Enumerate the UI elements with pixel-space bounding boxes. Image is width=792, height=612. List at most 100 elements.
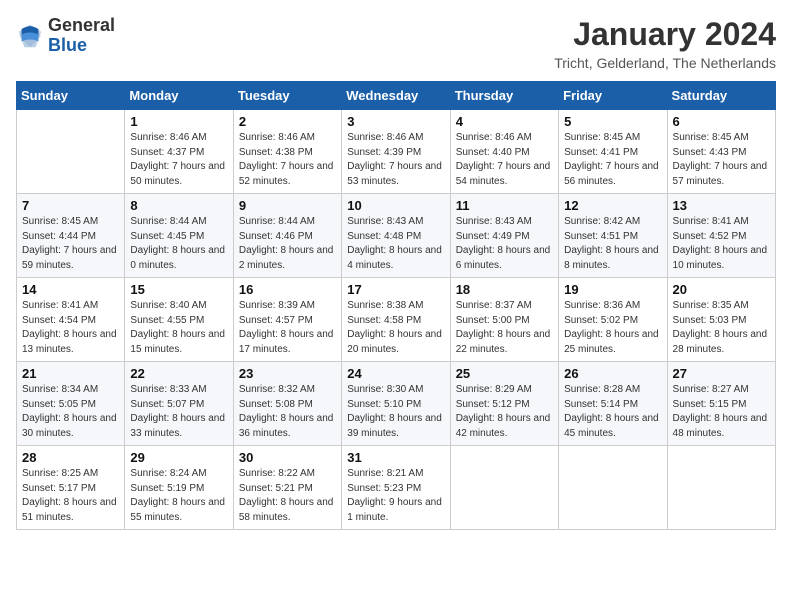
title-block: January 2024 Tricht, Gelderland, The Net… — [554, 16, 776, 71]
day-info: Sunrise: 8:46 AM Sunset: 4:38 PM Dayligh… — [239, 131, 336, 189]
logo: General Blue — [16, 16, 115, 56]
day-number: 15 — [130, 282, 227, 297]
day-number: 3 — [347, 114, 444, 129]
day-info: Sunrise: 8:43 AM Sunset: 4:48 PM Dayligh… — [347, 215, 444, 273]
calendar-cell: 23 Sunrise: 8:32 AM Sunset: 5:08 PM Dayli… — [233, 362, 341, 446]
day-number: 24 — [347, 366, 444, 381]
weekday-header-tuesday: Tuesday — [233, 82, 341, 110]
day-number: 10 — [347, 198, 444, 213]
day-info: Sunrise: 8:44 AM Sunset: 4:45 PM Dayligh… — [130, 215, 227, 273]
logo-blue-text: Blue — [48, 36, 115, 56]
day-info: Sunrise: 8:30 AM Sunset: 5:10 PM Dayligh… — [347, 383, 444, 441]
day-number: 26 — [564, 366, 661, 381]
calendar-cell — [450, 446, 558, 530]
day-number: 12 — [564, 198, 661, 213]
day-number: 19 — [564, 282, 661, 297]
calendar-cell: 15 Sunrise: 8:40 AM Sunset: 4:55 PM Dayli… — [125, 278, 233, 362]
day-number: 17 — [347, 282, 444, 297]
day-number: 16 — [239, 282, 336, 297]
calendar-cell: 10 Sunrise: 8:43 AM Sunset: 4:48 PM Dayli… — [342, 194, 450, 278]
calendar-cell: 17 Sunrise: 8:38 AM Sunset: 4:58 PM Dayli… — [342, 278, 450, 362]
calendar-cell: 4Sunrise: 8:46 AM Sunset: 4:40 PM Daylig… — [450, 110, 558, 194]
day-number: 6 — [673, 114, 770, 129]
calendar-table: SundayMondayTuesdayWednesdayThursdayFrid… — [16, 81, 776, 530]
calendar-cell: 9Sunrise: 8:44 AM Sunset: 4:46 PM Daylig… — [233, 194, 341, 278]
day-info: Sunrise: 8:45 AM Sunset: 4:43 PM Dayligh… — [673, 131, 770, 189]
calendar-cell — [667, 446, 775, 530]
day-number: 20 — [673, 282, 770, 297]
calendar-cell: 29Sunrise: 8:24 AM Sunset: 5:19 PM Dayli… — [125, 446, 233, 530]
day-info: Sunrise: 8:41 AM Sunset: 4:52 PM Dayligh… — [673, 215, 770, 273]
calendar-cell: 27Sunrise: 8:27 AM Sunset: 5:15 PM Dayli… — [667, 362, 775, 446]
day-number: 13 — [673, 198, 770, 213]
day-info: Sunrise: 8:43 AM Sunset: 4:49 PM Dayligh… — [456, 215, 553, 273]
day-info: Sunrise: 8:27 AM Sunset: 5:15 PM Dayligh… — [673, 383, 770, 441]
day-info: Sunrise: 8:46 AM Sunset: 4:39 PM Dayligh… — [347, 131, 444, 189]
calendar-cell: 5 Sunrise: 8:45 AM Sunset: 4:41 PM Daylig… — [559, 110, 667, 194]
logo-icon — [16, 22, 44, 50]
calendar-cell: 26Sunrise: 8:28 AM Sunset: 5:14 PM Dayli… — [559, 362, 667, 446]
month-title: January 2024 — [554, 16, 776, 53]
day-number: 21 — [22, 366, 119, 381]
day-info: Sunrise: 8:34 AM Sunset: 5:05 PM Dayligh… — [22, 383, 119, 441]
day-info: Sunrise: 8:29 AM Sunset: 5:12 PM Dayligh… — [456, 383, 553, 441]
calendar-cell: 21 Sunrise: 8:34 AM Sunset: 5:05 PM Dayli… — [17, 362, 125, 446]
calendar-cell: 8Sunrise: 8:44 AM Sunset: 4:45 PM Daylig… — [125, 194, 233, 278]
calendar-cell: 30Sunrise: 8:22 AM Sunset: 5:21 PM Dayli… — [233, 446, 341, 530]
calendar-cell: 28 Sunrise: 8:25 AM Sunset: 5:17 PM Dayli… — [17, 446, 125, 530]
day-number: 11 — [456, 198, 553, 213]
calendar-cell: 16 Sunrise: 8:39 AM Sunset: 4:57 PM Dayli… — [233, 278, 341, 362]
weekday-header-monday: Monday — [125, 82, 233, 110]
calendar-cell: 3 Sunrise: 8:46 AM Sunset: 4:39 PM Daylig… — [342, 110, 450, 194]
day-info: Sunrise: 8:36 AM Sunset: 5:02 PM Dayligh… — [564, 299, 661, 357]
calendar-cell: 11 Sunrise: 8:43 AM Sunset: 4:49 PM Dayli… — [450, 194, 558, 278]
day-info: Sunrise: 8:25 AM Sunset: 5:17 PM Dayligh… — [22, 467, 119, 525]
day-number: 2 — [239, 114, 336, 129]
weekday-header-row: SundayMondayTuesdayWednesdayThursdayFrid… — [17, 82, 776, 110]
calendar-cell: 2 Sunrise: 8:46 AM Sunset: 4:38 PM Daylig… — [233, 110, 341, 194]
location-title: Tricht, Gelderland, The Netherlands — [554, 55, 776, 71]
calendar-week-5: 28 Sunrise: 8:25 AM Sunset: 5:17 PM Dayli… — [17, 446, 776, 530]
weekday-header-friday: Friday — [559, 82, 667, 110]
weekday-header-saturday: Saturday — [667, 82, 775, 110]
day-number: 25 — [456, 366, 553, 381]
calendar-cell — [559, 446, 667, 530]
day-info: Sunrise: 8:21 AM Sunset: 5:23 PM Dayligh… — [347, 467, 444, 525]
calendar-cell: 7Sunrise: 8:45 AM Sunset: 4:44 PM Daylig… — [17, 194, 125, 278]
calendar-week-1: 1 Sunrise: 8:46 AM Sunset: 4:37 PM Daylig… — [17, 110, 776, 194]
day-info: Sunrise: 8:39 AM Sunset: 4:57 PM Dayligh… — [239, 299, 336, 357]
day-info: Sunrise: 8:42 AM Sunset: 4:51 PM Dayligh… — [564, 215, 661, 273]
day-info: Sunrise: 8:46 AM Sunset: 4:37 PM Dayligh… — [130, 131, 227, 189]
weekday-header-thursday: Thursday — [450, 82, 558, 110]
day-info: Sunrise: 8:45 AM Sunset: 4:44 PM Dayligh… — [22, 215, 119, 273]
day-info: Sunrise: 8:37 AM Sunset: 5:00 PM Dayligh… — [456, 299, 553, 357]
day-number: 5 — [564, 114, 661, 129]
day-number: 18 — [456, 282, 553, 297]
day-number: 28 — [22, 450, 119, 465]
calendar-week-2: 7Sunrise: 8:45 AM Sunset: 4:44 PM Daylig… — [17, 194, 776, 278]
calendar-cell: 22 Sunrise: 8:33 AM Sunset: 5:07 PM Dayli… — [125, 362, 233, 446]
weekday-header-wednesday: Wednesday — [342, 82, 450, 110]
day-number: 4 — [456, 114, 553, 129]
weekday-header-sunday: Sunday — [17, 82, 125, 110]
day-info: Sunrise: 8:38 AM Sunset: 4:58 PM Dayligh… — [347, 299, 444, 357]
calendar-cell — [17, 110, 125, 194]
day-info: Sunrise: 8:40 AM Sunset: 4:55 PM Dayligh… — [130, 299, 227, 357]
day-number: 1 — [130, 114, 227, 129]
day-info: Sunrise: 8:45 AM Sunset: 4:41 PM Dayligh… — [564, 131, 661, 189]
day-number: 22 — [130, 366, 227, 381]
calendar-cell: 6 Sunrise: 8:45 AM Sunset: 4:43 PM Daylig… — [667, 110, 775, 194]
day-number: 30 — [239, 450, 336, 465]
day-number: 23 — [239, 366, 336, 381]
day-number: 31 — [347, 450, 444, 465]
day-info: Sunrise: 8:33 AM Sunset: 5:07 PM Dayligh… — [130, 383, 227, 441]
day-info: Sunrise: 8:32 AM Sunset: 5:08 PM Dayligh… — [239, 383, 336, 441]
calendar-cell: 19 Sunrise: 8:36 AM Sunset: 5:02 PM Dayli… — [559, 278, 667, 362]
calendar-cell: 12 Sunrise: 8:42 AM Sunset: 4:51 PM Dayli… — [559, 194, 667, 278]
calendar-cell: 25 Sunrise: 8:29 AM Sunset: 5:12 PM Dayli… — [450, 362, 558, 446]
day-number: 14 — [22, 282, 119, 297]
calendar-cell: 24 Sunrise: 8:30 AM Sunset: 5:10 PM Dayli… — [342, 362, 450, 446]
day-number: 9 — [239, 198, 336, 213]
calendar-week-3: 14Sunrise: 8:41 AM Sunset: 4:54 PM Dayli… — [17, 278, 776, 362]
day-info: Sunrise: 8:24 AM Sunset: 5:19 PM Dayligh… — [130, 467, 227, 525]
